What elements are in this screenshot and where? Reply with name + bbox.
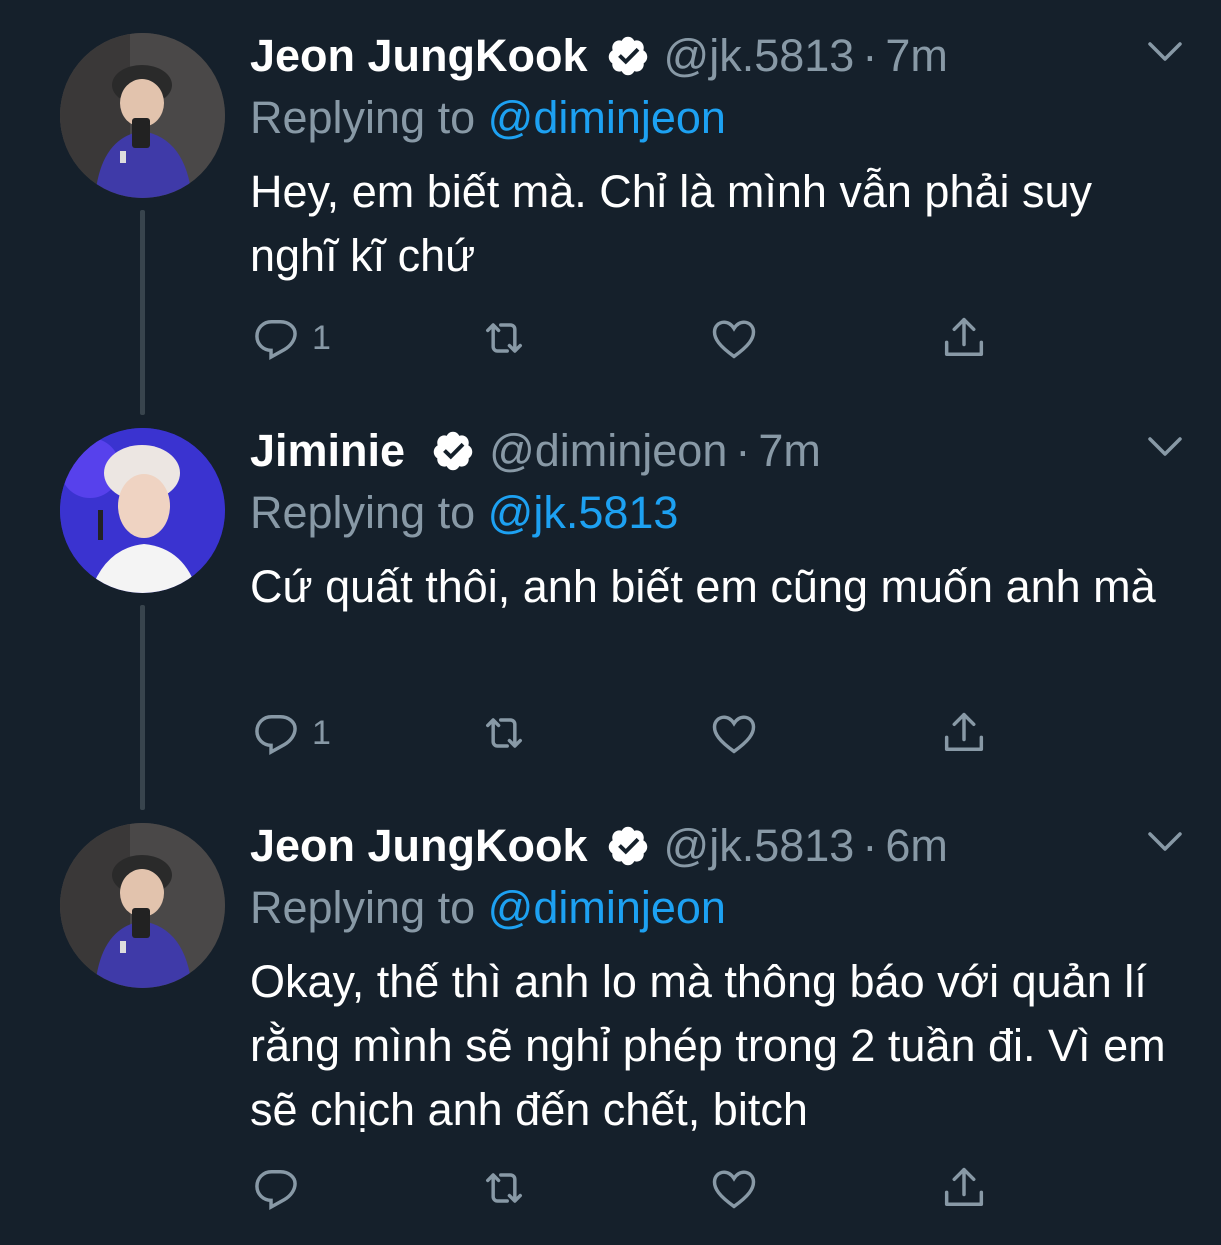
timestamp[interactable]: 7m [758,425,821,477]
reply-count: 1 [312,713,331,752]
share-button[interactable] [938,703,990,763]
separator: · [735,425,751,476]
retweet-button[interactable] [478,1158,530,1218]
verified-badge-icon [433,431,473,471]
share-icon [944,712,984,751]
retweet-button[interactable] [478,308,530,368]
handle[interactable]: @jk.5813 [664,820,855,872]
replying-to: Replying to @jk.5813 [250,487,678,539]
chevron-down-icon[interactable] [1147,435,1183,459]
tweet-actions [250,1158,1010,1218]
share-icon [944,317,984,356]
display-name[interactable]: Jeon JungKook [250,30,588,82]
mention-link[interactable]: @jk.5813 [488,487,679,538]
replying-label: Replying to [250,92,476,143]
share-button[interactable] [938,308,990,368]
tweet-text: Okay, thế thì anh lo mà thông báo với qu… [250,956,1166,1135]
tweet-actions: 1 [250,308,1010,368]
like-button[interactable] [708,308,760,368]
retweet-icon [486,323,522,353]
reply-button[interactable]: 1 [250,308,331,368]
mention-link[interactable]: @diminjeon [488,882,726,933]
reply-count: 1 [312,318,331,357]
retweet-icon [486,718,522,748]
tweet-header: Jiminie @diminjeon · 7m [250,425,821,477]
chevron-down-icon[interactable] [1147,40,1183,64]
separator: · [862,30,878,81]
display-name[interactable]: Jiminie [250,425,405,477]
like-icon [712,320,756,359]
handle[interactable]: @jk.5813 [664,30,855,82]
like-button[interactable] [708,1158,760,1218]
display-name[interactable]: Jeon JungKook [250,820,588,872]
replying-to: Replying to @diminjeon [250,882,726,934]
like-icon [712,1170,756,1209]
tweet-actions: 1 [250,703,1010,763]
replying-label: Replying to [250,487,476,538]
reply-icon [255,1170,297,1211]
reply-icon [255,715,297,756]
reply-icon [255,320,297,361]
tweet-header: Jeon JungKook @jk.5813 · 6m [250,820,948,872]
avatar[interactable] [60,823,225,988]
reply-button[interactable]: 1 [250,703,331,763]
replying-label: Replying to [250,882,476,933]
share-icon [944,1167,984,1206]
avatar[interactable] [60,33,225,198]
replying-to: Replying to @diminjeon [250,92,726,144]
chevron-down-icon[interactable] [1147,830,1183,854]
share-button[interactable] [938,1158,990,1218]
verified-badge-icon [608,36,647,76]
handle[interactable]: @diminjeon [489,425,727,477]
tweet-text: Hey, em biết mà. Chỉ là mình vẫn phải su… [250,166,1093,281]
like-button[interactable] [708,703,760,763]
tweet-header: Jeon JungKook @jk.5813 · 7m [250,30,948,82]
separator: · [862,820,878,871]
retweet-icon [486,1173,522,1203]
verified-badge-icon [608,826,647,866]
timestamp[interactable]: 7m [885,30,948,82]
tweet[interactable]: Jeon JungKook @jk.5813 · 6m Replying to … [0,790,1221,1245]
retweet-button[interactable] [478,703,530,763]
timestamp[interactable]: 6m [885,820,948,872]
mention-link[interactable]: @diminjeon [488,92,726,143]
avatar[interactable] [60,428,225,593]
tweet-text: Cứ quất thôi, anh biết em cũng muốn anh … [250,561,1156,612]
tweet[interactable]: Jiminie @diminjeon · 7m Replying to @jk.… [0,395,1221,790]
tweet[interactable]: Jeon JungKook @jk.5813 · 7m Replying to … [0,0,1221,395]
reply-button[interactable] [250,1158,312,1218]
like-icon [712,715,756,754]
